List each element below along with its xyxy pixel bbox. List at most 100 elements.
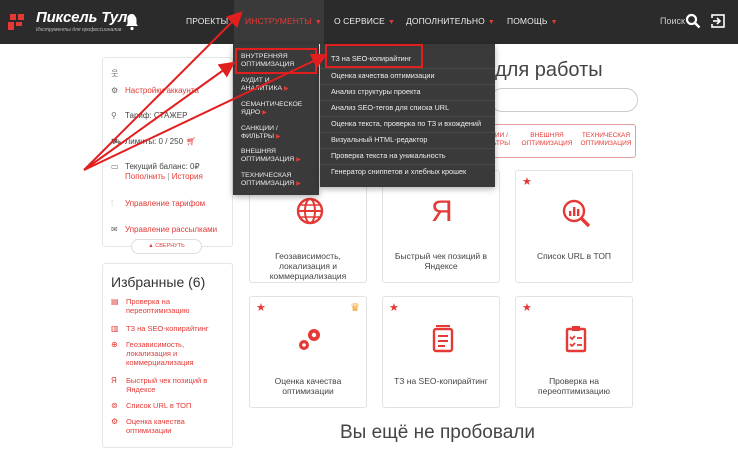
gears-icon: ⚙ (111, 417, 119, 426)
menu-divider (320, 84, 495, 85)
search-chart-icon (562, 199, 591, 228)
submenu-item[interactable]: Анализ SEO-тегов для списка URL (331, 103, 449, 112)
favorite-item[interactable]: ⊚ Список URL в ТОП (111, 401, 229, 410)
account-settings-label: Настройки аккаунта (125, 86, 199, 95)
manage-tariff-label: Управление тарифом (125, 199, 206, 208)
bell-icon[interactable] (124, 13, 140, 31)
favorite-item[interactable]: ⊕ Геозависимость, локализация и коммерциа… (111, 340, 229, 367)
yandex-icon: Я (111, 376, 117, 385)
limits-info: ⛟ Лимиты: 0 / 250 🛒︎ (111, 137, 196, 147)
topup-link[interactable]: Пополнить (125, 172, 165, 181)
caret-down-icon: ▼ (487, 19, 495, 26)
menu-audit[interactable]: АУДИТ И АНАЛИТИКА ▶ (241, 77, 317, 93)
annotation-box-internal (235, 48, 317, 74)
star-icon[interactable]: ★ (522, 175, 532, 188)
submenu-item[interactable]: Проверка текста на уникальность (331, 151, 446, 160)
annotation-box-seo-copy (325, 44, 423, 68)
chevron-right-icon: ▶ (296, 156, 301, 163)
menu-audit-label: АУДИТ И АНАЛИТИКА (241, 77, 283, 92)
search-icon[interactable] (685, 13, 701, 29)
chevron-right-icon: ▶ (284, 85, 289, 92)
document-stack-icon (432, 325, 454, 353)
star-icon[interactable]: ★ (389, 301, 399, 314)
top-navbar: Пиксель Тулс Инструменты для профессиона… (0, 0, 738, 44)
tools-search-input[interactable] (490, 88, 638, 112)
favorite-item-label: ТЗ на SEO-копирайтинг (126, 324, 209, 333)
submenu-item[interactable]: Визуальный HTML-редактор (331, 135, 427, 144)
tool-card-quality[interactable]: ★ ♛ Оценка качества оптимизации (249, 296, 367, 408)
menu-semantic[interactable]: СЕМАНТИЧЕСКОЕ ЯДРО ▶ (241, 101, 317, 117)
wallet-icon: ▭ (111, 162, 119, 171)
tariff-icon: ⚲ (111, 111, 117, 120)
crown-icon: ♛ (350, 302, 360, 314)
menu-divider (320, 164, 495, 165)
favorite-item[interactable]: ▥ ТЗ на SEO-копирайтинг (111, 324, 229, 333)
balance-info: ▭ Текущий баланс: 0₽ (111, 162, 200, 171)
favorite-item-label: Оценка качества оптимизации (126, 417, 185, 435)
logo-icon[interactable] (8, 12, 32, 32)
collapse-button[interactable]: ▲ свернуть (131, 239, 202, 254)
favorite-item[interactable]: ▤ Проверка на переоптимизацию (111, 297, 229, 315)
cart-red-icon[interactable]: 🛒︎ (186, 137, 196, 146)
tool-card-top-urls[interactable]: ★ Список URL в ТОП (515, 170, 633, 283)
favorite-item-label: Геозависимость, локализация и коммерциал… (126, 340, 194, 367)
submenu-item[interactable]: Оценка качества оптимизации (331, 71, 435, 80)
caret-down-icon: ▼ (387, 19, 395, 26)
caret-down-icon: ▼ (314, 19, 322, 26)
submenu-item[interactable]: Анализ структуры проекта (331, 87, 421, 96)
submenu-item[interactable]: Оценка текста, проверка по ТЗ и вхождени… (331, 119, 481, 128)
nav-projects[interactable]: ПРОЕКТЫ (186, 16, 228, 26)
tool-card-label: Список URL в ТОП (536, 251, 612, 261)
favorites-panel: Избранные (6) ▤ Проверка на переоптимизац… (102, 263, 233, 448)
logo-tagline: Инструменты для профессионалов (36, 27, 122, 33)
menu-external[interactable]: ВНЕШНЯЯ ОПТИМИЗАЦИЯ ▶ (241, 148, 317, 164)
gears-icon (299, 329, 320, 350)
yandex-icon: Я (431, 195, 453, 228)
cart-icon: ⛟ (111, 137, 122, 146)
user-icon-row: 웃 (111, 68, 125, 79)
logo-name[interactable]: Пиксель Тулс (36, 9, 135, 26)
nav-help[interactable]: ПОМОЩЬ ▼ (507, 16, 558, 26)
favorite-item[interactable]: ⚙ Оценка качества оптимизации (111, 417, 229, 435)
filter-technical[interactable]: ТЕХНИЧЕСКАЯ ОПТИМИЗАЦИЯ (577, 132, 635, 148)
manage-mailings-link[interactable]: ✉ Управление рассылками (111, 225, 217, 234)
gear-icon: ⚙ (111, 86, 119, 95)
search-chart-icon: ⊚ (111, 401, 118, 410)
collapse-label: свернуть (155, 243, 185, 249)
star-icon[interactable]: ★ (522, 301, 532, 314)
menu-technical[interactable]: ТЕХНИЧЕСКАЯ ОПТИМИЗАЦИЯ ▶ (241, 172, 317, 188)
globe-icon (296, 197, 324, 225)
globe-icon: ⊕ (111, 340, 118, 349)
caret-down-icon: ▼ (550, 19, 558, 26)
search-label[interactable]: Поиск (660, 16, 685, 26)
chevron-right-icon: ▶ (276, 133, 281, 140)
checklist-icon (565, 326, 587, 353)
manage-mailings-label: Управление рассылками (125, 225, 218, 234)
tool-card-seo-copy[interactable]: ★ ТЗ на SEO-копирайтинг (382, 296, 500, 408)
account-panel: 웃 ⚙ Настройки аккаунта ⚲ Тариф: СТАЖЕР ⛟ Ли… (102, 57, 233, 247)
nav-more-label: ДОПОЛНИТЕЛЬНО (406, 16, 485, 26)
account-settings-link[interactable]: ⚙ Настройки аккаунта (111, 86, 199, 95)
favorite-item[interactable]: Я Быстрый чек позиций в Яндексе (111, 376, 229, 394)
balance-label: Текущий баланс: 0₽ (125, 162, 200, 171)
nav-tools[interactable]: ИНСТРУМЕНТЫ ▼ (245, 16, 322, 26)
menu-sanctions[interactable]: САНКЦИИ / ФИЛЬТРЫ ▶ (241, 125, 317, 141)
balance-link-separator: | (167, 172, 170, 181)
category-filter: ЦИИ / ЛЬТРЫ ВНЕШНЯЯ ОПТИМИЗАЦИЯ ТЕХНИЧЕС… (480, 124, 636, 158)
tool-card-overopt[interactable]: ★ Проверка на переоптимизацию (515, 296, 633, 408)
submenu-item[interactable]: Генератор сниппетов и хлебных крошек (331, 167, 466, 176)
nav-more[interactable]: ДОПОЛНИТЕЛЬНО ▼ (406, 16, 495, 26)
tariff-info: ⚲ Тариф: СТАЖЕР (111, 111, 187, 120)
menu-divider (320, 100, 495, 101)
tariff-label: Тариф: СТАЖЕР (125, 111, 188, 120)
logout-icon[interactable] (711, 14, 725, 28)
filter-external[interactable]: ВНЕШНЯЯ ОПТИМИЗАЦИЯ (519, 132, 575, 148)
nav-about[interactable]: О СЕРВИСЕ ▼ (334, 16, 395, 26)
tool-card-label: Оценка качества оптимизации (274, 376, 342, 396)
manage-tariff-link[interactable]: ⫶ Управление тарифом (111, 199, 205, 209)
history-link[interactable]: История (172, 172, 203, 181)
star-icon[interactable]: ★ (256, 301, 266, 314)
mail-icon: ✉ (111, 225, 118, 234)
tool-card-label: ТЗ на SEO-копирайтинг (394, 376, 488, 386)
tool-card-label: Быстрый чек позиций в Яндексе (394, 251, 488, 271)
